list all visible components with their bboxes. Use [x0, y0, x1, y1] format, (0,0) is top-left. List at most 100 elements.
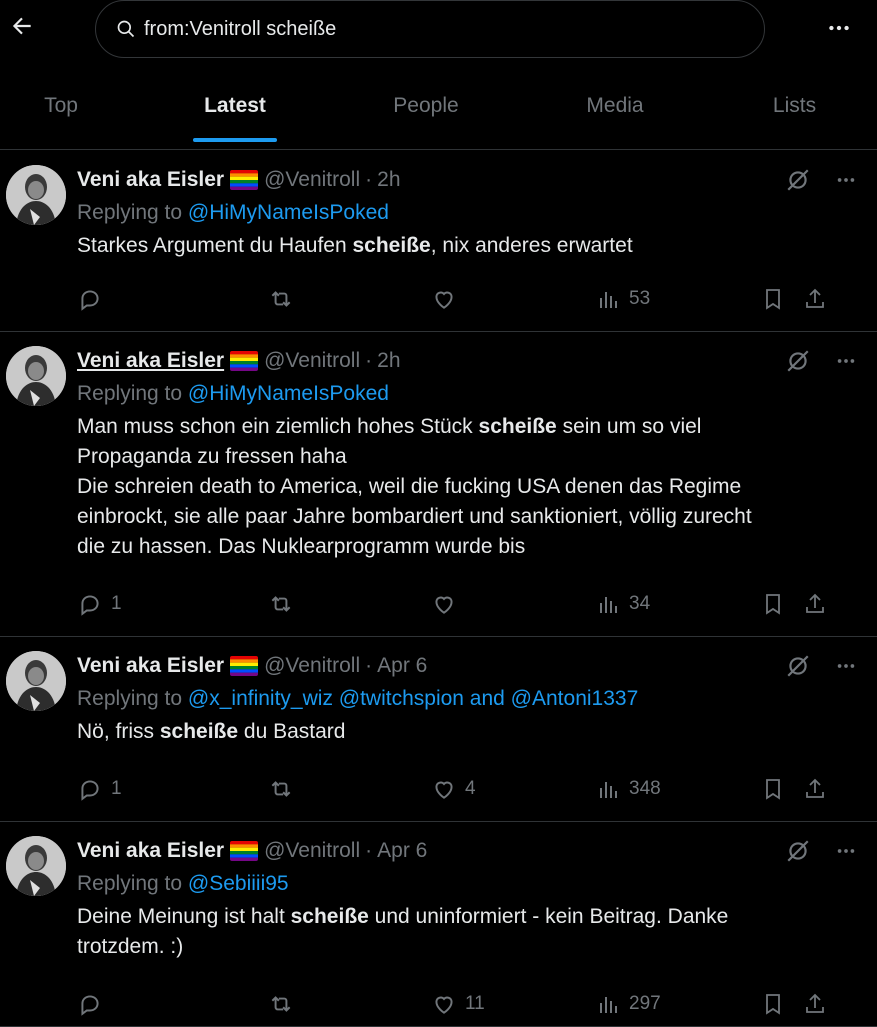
replying-to: Replying to @HiMyNameIsPoked: [77, 376, 877, 412]
share-button[interactable]: [803, 286, 833, 312]
tweet-timestamp[interactable]: 2h: [377, 168, 400, 192]
tweet-timestamp[interactable]: Apr 6: [377, 654, 427, 678]
tweet-timestamp[interactable]: Apr 6: [377, 839, 427, 863]
user-handle[interactable]: @Venitroll: [264, 839, 360, 863]
more-icon[interactable]: [835, 655, 857, 677]
repost-icon: [271, 596, 291, 612]
bookmark-button[interactable]: [761, 991, 803, 1017]
tweet-actions: 1 34: [77, 589, 857, 619]
views-button[interactable]: 348: [597, 777, 761, 801]
tweet-text: Deine Meinung ist halt scheiße und uninf…: [77, 902, 877, 962]
heart-icon: [435, 596, 453, 614]
reply-mentions[interactable]: @Sebiiii95: [188, 872, 289, 895]
bookmark-icon: [766, 289, 780, 310]
more-icon[interactable]: [835, 840, 857, 862]
bookmark-button[interactable]: [761, 286, 803, 312]
user-handle[interactable]: @Venitroll: [264, 349, 360, 373]
repost-button[interactable]: [267, 776, 431, 802]
share-icon: [806, 288, 824, 308]
tweet-text: Nö, friss scheiße du Bastard: [77, 717, 877, 747]
tab-top[interactable]: Top: [0, 78, 122, 134]
tweet-text-highlight: scheiße: [290, 905, 369, 928]
tweet-text-part: Man muss schon ein ziemlich hohes Stück: [77, 415, 479, 438]
back-button[interactable]: [4, 8, 40, 44]
like-button[interactable]: 11: [431, 991, 597, 1017]
arrow-left-icon: [12, 17, 31, 35]
repost-button[interactable]: [267, 591, 431, 617]
replying-to: Replying to @x_infinity_wiz @twitchspion…: [77, 681, 877, 717]
heart-icon: [435, 291, 453, 309]
reply-icon: [81, 595, 99, 616]
heart-icon: [435, 996, 453, 1014]
more-icon[interactable]: [835, 350, 857, 372]
views-icon: [600, 782, 617, 798]
tab-latest[interactable]: Latest: [122, 78, 348, 142]
user-handle[interactable]: @Venitroll: [264, 168, 360, 192]
tweet[interactable]: Veni aka Eisler @Venitroll · Apr 6 Reply…: [0, 822, 877, 1027]
reply-button[interactable]: 1: [77, 591, 267, 617]
view-count: 34: [629, 593, 651, 614]
tweet-text-part: Starkes Argument du Haufen: [77, 234, 353, 257]
active-tab-indicator: [193, 138, 277, 142]
avatar[interactable]: [6, 165, 66, 225]
bookmark-button[interactable]: [761, 776, 803, 802]
reply-mentions[interactable]: @HiMyNameIsPoked: [188, 382, 389, 405]
share-button[interactable]: [803, 991, 833, 1017]
like-button[interactable]: [431, 591, 597, 617]
reply-button[interactable]: 1: [77, 776, 267, 802]
tweet[interactable]: Veni aka Eisler @Venitroll · 2h Replying…: [0, 332, 877, 637]
tab-media[interactable]: Media: [504, 78, 726, 134]
views-button[interactable]: 53: [597, 287, 761, 311]
tweet[interactable]: Veni aka Eisler @Venitroll · Apr 6 Reply…: [0, 637, 877, 822]
tweet-text: Starkes Argument du Haufen scheiße, nix …: [77, 231, 877, 261]
repost-button[interactable]: [267, 991, 431, 1017]
share-icon: [806, 778, 824, 798]
grok-icon[interactable]: [785, 348, 811, 374]
reply-button[interactable]: [77, 991, 267, 1017]
tweet-text-highlight: scheiße: [478, 415, 557, 438]
views-button[interactable]: 297: [597, 992, 761, 1016]
views-icon: [600, 292, 617, 308]
like-button[interactable]: [431, 286, 597, 312]
more-icon[interactable]: [835, 169, 857, 191]
user-handle[interactable]: @Venitroll: [264, 654, 360, 678]
tweet-text-part: Nö, friss: [77, 720, 160, 743]
tweet-actions: 53: [77, 284, 857, 314]
share-button[interactable]: [803, 591, 833, 617]
search-tabs: Top Latest People Media Lists: [0, 78, 877, 150]
avatar[interactable]: [6, 836, 66, 896]
view-count: 348: [629, 778, 661, 799]
search-query: from:Venitroll scheiße: [144, 17, 337, 40]
tab-lists[interactable]: Lists: [726, 78, 863, 134]
display-name[interactable]: Veni aka Eisler: [77, 654, 224, 678]
bookmark-button[interactable]: [761, 591, 803, 617]
tweet-actions: 11 297: [77, 989, 857, 1019]
display-name[interactable]: Veni aka Eisler: [77, 168, 224, 192]
search-input[interactable]: from:Venitroll scheiße: [95, 0, 765, 58]
display-name[interactable]: Veni aka Eisler: [77, 839, 224, 863]
views-button[interactable]: 34: [597, 592, 761, 616]
tweet-text-part: du Bastard: [238, 720, 346, 743]
grok-icon[interactable]: [785, 653, 811, 679]
avatar[interactable]: [6, 651, 66, 711]
repost-button[interactable]: [267, 286, 431, 312]
reply-mentions[interactable]: @x_infinity_wiz @twitchspion and @Antoni…: [188, 687, 638, 710]
reply-icon: [81, 290, 99, 311]
grok-icon[interactable]: [785, 167, 811, 193]
display-name[interactable]: Veni aka Eisler: [77, 349, 224, 373]
like-button[interactable]: 4: [431, 776, 597, 802]
reply-button[interactable]: [77, 286, 267, 312]
bookmark-icon: [766, 594, 780, 615]
tab-people[interactable]: People: [348, 78, 504, 134]
replying-to-label: Replying to: [77, 687, 183, 710]
tweet[interactable]: Veni aka Eisler @Venitroll · 2h Replying…: [0, 151, 877, 332]
more-options-button[interactable]: [821, 10, 857, 46]
avatar[interactable]: [6, 346, 66, 406]
tweet-timestamp[interactable]: 2h: [377, 349, 400, 373]
reply-mentions[interactable]: @HiMyNameIsPoked: [188, 201, 389, 224]
heart-icon: [435, 781, 453, 799]
repost-icon: [271, 781, 291, 797]
share-button[interactable]: [803, 776, 833, 802]
grok-icon[interactable]: [785, 838, 811, 864]
replying-to-label: Replying to: [77, 382, 183, 405]
